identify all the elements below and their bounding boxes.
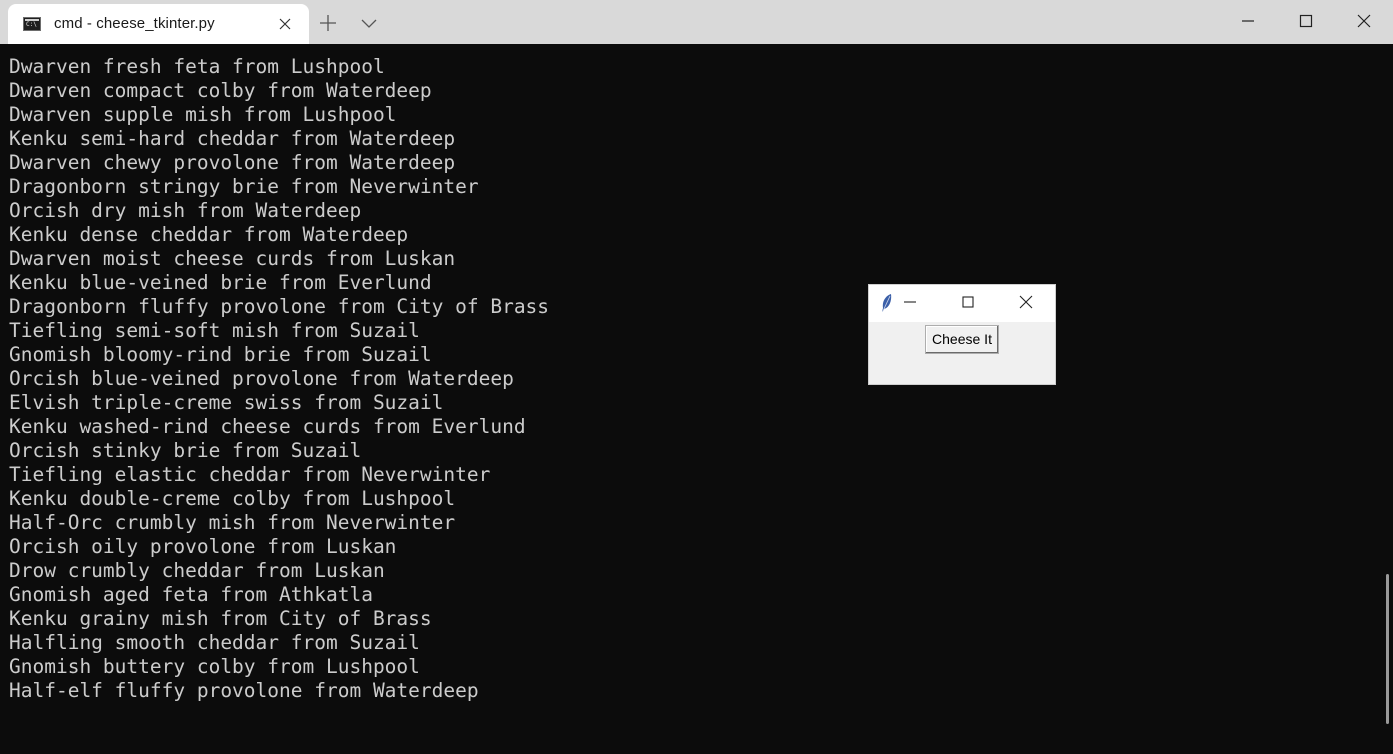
window-maximize-button[interactable] (1277, 0, 1335, 44)
minimize-icon (904, 301, 916, 303)
tk-minimize-button[interactable] (903, 295, 917, 309)
terminal-line: Gnomish bloomy-rind brie from Suzail (9, 343, 432, 366)
new-tab-button[interactable] (319, 14, 337, 32)
terminal-lines: Dwarven fresh feta from Lushpool Dwarven … (9, 55, 549, 703)
terminal-line: Orcish blue-veined provolone from Waterd… (9, 367, 514, 390)
terminal-title-bar: cmd - cheese_tkinter.py (0, 0, 1393, 44)
terminal-line: Dwarven moist cheese curds from Luskan (9, 247, 456, 270)
maximize-icon (962, 296, 974, 308)
cheese-it-button[interactable]: Cheese It (925, 325, 999, 354)
tab-title: cmd - cheese_tkinter.py (54, 15, 215, 32)
tab-dropdown-button[interactable] (360, 16, 378, 30)
terminal-line: Dwarven compact colby from Waterdeep (9, 79, 432, 102)
terminal-line: Orcish dry mish from Waterdeep (9, 199, 362, 222)
terminal-line: Kenku grainy mish from City of Brass (9, 607, 432, 630)
terminal-line: Elvish triple-creme swiss from Suzail (9, 391, 444, 414)
feather-icon (882, 294, 892, 312)
tk-window: Cheese It (868, 284, 1056, 385)
terminal-line: Halfling smooth cheddar from Suzail (9, 631, 420, 654)
terminal-line: Dwarven chewy provolone from Waterdeep (9, 151, 456, 174)
plus-icon (320, 15, 336, 31)
tk-close-button[interactable] (1019, 295, 1033, 309)
close-icon (279, 18, 291, 30)
close-icon (1357, 14, 1371, 28)
terminal-line: Gnomish aged feta from Athkatla (9, 583, 373, 606)
terminal-output[interactable]: Dwarven fresh feta from Lushpool Dwarven … (0, 44, 1393, 754)
terminal-line: Tiefling elastic cheddar from Neverwinte… (9, 463, 491, 486)
terminal-line: Orcish oily provolone from Luskan (9, 535, 397, 558)
terminal-line: Kenku washed-rind cheese curds from Ever… (9, 415, 526, 438)
window-close-button[interactable] (1335, 0, 1393, 44)
terminal-line: Orcish stinky brie from Suzail (9, 439, 362, 462)
terminal-line: Half-elf fluffy provolone from Waterdeep (9, 679, 479, 702)
maximize-icon (1299, 14, 1313, 28)
tk-title-bar (869, 285, 1055, 322)
tk-maximize-button[interactable] (961, 295, 975, 309)
scrollbar-thumb[interactable] (1386, 574, 1389, 724)
terminal-line: Half-Orc crumbly mish from Neverwinter (9, 511, 456, 534)
minimize-icon (1242, 20, 1254, 22)
chevron-down-icon (361, 19, 377, 28)
close-icon (1019, 295, 1033, 309)
terminal-line: Drow crumbly cheddar from Luskan (9, 559, 385, 582)
window-minimize-button[interactable] (1219, 0, 1277, 44)
terminal-line: Dwarven supple mish from Lushpool (9, 103, 397, 126)
terminal-line: Gnomish buttery colby from Lushpool (9, 655, 420, 678)
tab-cmd[interactable]: cmd - cheese_tkinter.py (8, 4, 309, 44)
terminal-line: Dragonborn stringy brie from Neverwinter (9, 175, 479, 198)
tab-close-button[interactable] (277, 16, 293, 32)
terminal-line: Kenku dense cheddar from Waterdeep (9, 223, 409, 246)
terminal-line: Dragonborn fluffy provolone from City of… (9, 295, 550, 318)
terminal-line: Kenku semi-hard cheddar from Waterdeep (9, 127, 456, 150)
command-prompt-icon (23, 17, 41, 31)
terminal-line: Dwarven fresh feta from Lushpool (9, 55, 385, 78)
terminal-line: Tiefling semi-soft mish from Suzail (9, 319, 420, 342)
terminal-line: Kenku blue-veined brie from Everlund (9, 271, 432, 294)
terminal-line: Kenku double-creme colby from Lushpool (9, 487, 456, 510)
